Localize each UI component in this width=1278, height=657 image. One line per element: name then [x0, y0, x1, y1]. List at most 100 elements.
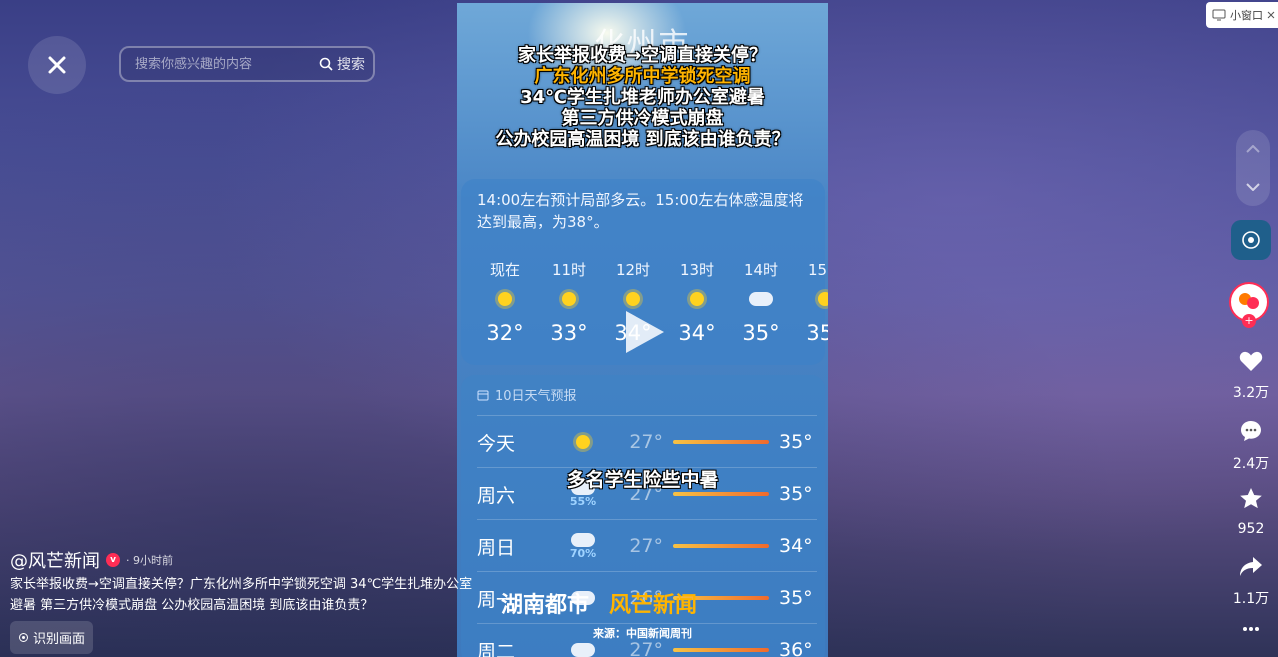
hour-temp: 33° — [550, 321, 588, 345]
identify-icon — [18, 633, 28, 642]
close-icon — [48, 56, 66, 74]
hour-time: 15时 — [807, 261, 828, 279]
hour-time: 14时 — [743, 261, 779, 279]
share-button[interactable]: 1.1万 — [1224, 556, 1278, 608]
hour-temp: 35° — [742, 321, 780, 345]
video-source: 来源：中国新闻周刊 — [593, 627, 692, 640]
precip-chance: 70% — [569, 546, 597, 560]
sun-icon — [576, 435, 590, 449]
like-count: 3.2万 — [1232, 385, 1270, 401]
favorite-button[interactable]: 952 — [1224, 487, 1278, 537]
verified-icon: v — [106, 553, 120, 567]
hour-time: 13时 — [679, 261, 715, 279]
precip-chance: 55% — [569, 494, 597, 508]
day-high: 35° — [779, 587, 813, 609]
identify-label: 识别画面 — [32, 632, 85, 647]
share-icon — [1240, 557, 1262, 576]
comment-icon — [1241, 421, 1261, 441]
watermark-logos: 湖南都市 风芒新闻 — [501, 587, 697, 619]
play-icon[interactable] — [626, 311, 664, 353]
day-row: 今天 27° 35° — [477, 415, 817, 468]
search-button-label: 搜索 — [337, 57, 365, 73]
video-nav — [1236, 130, 1270, 206]
sun-icon — [690, 292, 704, 306]
author-name[interactable]: @风芒新闻 — [10, 547, 100, 573]
temp-range-bar — [673, 492, 769, 496]
more-icon — [1243, 627, 1259, 631]
sun-icon — [818, 292, 828, 306]
temp-range-bar — [673, 648, 769, 652]
day-low: 27° — [629, 535, 663, 557]
search-input[interactable] — [133, 55, 319, 73]
day-name: 今天 — [477, 432, 516, 455]
mini-window-icon — [1212, 9, 1226, 21]
day-high: 35° — [779, 431, 813, 453]
hour-item: 现在 32° — [473, 259, 537, 345]
ai-icon — [1242, 231, 1260, 249]
calendar-icon — [477, 390, 489, 400]
hour-item: 14时 35° — [729, 259, 793, 345]
day-low: 27° — [629, 431, 663, 453]
hour-item: 15时 35° — [793, 259, 828, 345]
heart-icon — [1239, 351, 1263, 371]
hour-time: 11时 — [551, 261, 587, 279]
temp-range-bar — [673, 440, 769, 444]
temp-range-bar — [673, 544, 769, 548]
ten-day-header: 10日天气预报 — [477, 385, 577, 404]
hour-temp: 32° — [486, 321, 524, 345]
search-icon — [319, 57, 333, 71]
day-low: 27° — [629, 639, 663, 657]
video-headline: 家长举报收费→空调直接关停？ 广东化州多所中学锁死空调 34℃学生扎堆老师办公室… — [457, 45, 828, 150]
hour-time: 现在 — [489, 261, 520, 279]
ten-day-title: 10日天气预报 — [495, 389, 577, 404]
thunder-icon — [571, 532, 595, 547]
follow-plus-icon[interactable]: + — [1242, 314, 1256, 328]
headline-line: 第三方供冷模式崩盘 — [561, 108, 724, 129]
hour-time: 12时 — [615, 261, 651, 279]
hour-item: 11时 33° — [537, 259, 601, 345]
headline-line: 家长举报收费→空调直接关停？ — [517, 45, 768, 66]
favorite-count: 952 — [1237, 521, 1265, 537]
close-icon[interactable] — [1267, 11, 1275, 19]
video-player[interactable]: 化州市 家长举报收费→空调直接关停？ 广东化州多所中学锁死空调 34℃学生扎堆老… — [457, 3, 828, 657]
more-button[interactable] — [1224, 620, 1278, 636]
close-button[interactable] — [28, 36, 86, 94]
hour-item: 13时 34° — [665, 259, 729, 345]
logo-left: 湖南都市 — [501, 593, 590, 618]
mini-window-label: 小窗口 — [1230, 9, 1263, 22]
avatar-logo-icon — [1239, 293, 1259, 309]
hour-temp: 34° — [678, 321, 716, 345]
author-avatar[interactable]: + — [1229, 282, 1269, 328]
comment-button[interactable]: 2.4万 — [1224, 419, 1278, 473]
mini-window-button[interactable]: 小窗口 — [1206, 2, 1278, 28]
hour-temp: 35° — [806, 321, 828, 345]
day-name: 周日 — [477, 536, 516, 559]
ai-button[interactable] — [1231, 220, 1271, 260]
logo-right: 风芒新闻 — [609, 593, 698, 618]
headline-line: 公办校园高温困境 到底该由谁负责？ — [495, 129, 790, 150]
thunder-icon — [571, 643, 595, 657]
comment-count: 2.4万 — [1232, 456, 1270, 472]
search-button[interactable]: 搜索 — [319, 54, 365, 74]
day-row: 周日 70% 27° 34° — [477, 519, 817, 572]
sun-icon — [626, 292, 640, 306]
video-subtitle: 多名学生险些中暑 — [566, 469, 719, 491]
forecast-text: 14:00左右预计局部多云。15:00左右体感温度将达到最高，为38°。 — [477, 191, 804, 231]
video-caption: 家长举报收费→空调直接关停？广东化州多所中学锁死空调 34℃学生扎堆办公室避暑 … — [10, 577, 473, 613]
share-count: 1.1万 — [1232, 591, 1270, 607]
search-bar: 搜索 — [119, 46, 375, 82]
day-high: 36° — [779, 639, 813, 657]
identify-screen-button[interactable]: 识别画面 — [10, 621, 93, 654]
headline-line: 34℃学生扎堆老师办公室避暑 — [520, 87, 765, 108]
chevron-up-icon[interactable] — [1246, 145, 1260, 153]
star-icon — [1240, 488, 1262, 509]
like-button[interactable]: 3.2万 — [1224, 350, 1278, 402]
headline-line: 广东化州多所中学锁死空调 — [534, 66, 751, 87]
sun-icon — [562, 292, 576, 306]
sun-icon — [498, 292, 512, 306]
partly-cloudy-icon — [749, 292, 773, 306]
author-info: @风芒新闻 v · 9小时前 — [10, 547, 173, 573]
day-high: 34° — [779, 535, 813, 557]
chevron-down-icon[interactable] — [1246, 183, 1260, 191]
post-time: · 9小时前 — [126, 554, 173, 567]
